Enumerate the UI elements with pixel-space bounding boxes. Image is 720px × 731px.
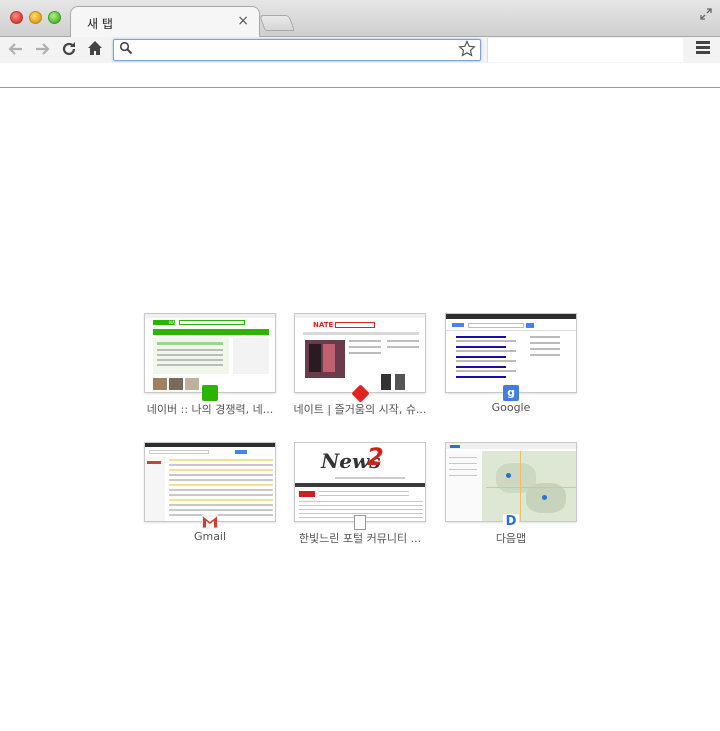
window-minimize-button[interactable] xyxy=(29,11,42,24)
star-icon[interactable] xyxy=(458,40,476,62)
tile-thumbnail: NATE xyxy=(294,313,426,393)
tile-thumbnail xyxy=(445,442,577,522)
news-logo-digit: 2 xyxy=(367,443,384,471)
google-favicon-icon: g xyxy=(503,385,519,401)
tab-close-icon[interactable]: × xyxy=(237,13,249,29)
back-arrow-icon[interactable] xyxy=(7,40,25,63)
tab-strip: 새 탭 × xyxy=(0,0,720,38)
tile-title: 다음맵 xyxy=(495,532,527,545)
gmail-favicon-icon xyxy=(202,514,218,530)
home-icon[interactable] xyxy=(86,38,104,63)
browser-window: 새 탭 × NAVER 네이버:: 나의 경쟁력, 네... NATE 네이트… xyxy=(0,0,720,731)
naver-favicon-icon xyxy=(202,385,218,401)
new-tab-button[interactable] xyxy=(259,15,295,31)
tile-thumbnail: News 2 xyxy=(294,442,426,522)
omnibox-input[interactable] xyxy=(138,41,453,59)
tile-title: Gmail xyxy=(193,530,227,543)
tile-title: 한빛느린 포털 커뮤니티 ... xyxy=(298,532,422,545)
toolbar-overlay xyxy=(487,38,683,62)
tile-thumbnail: NAVER xyxy=(144,313,276,393)
window-close-button[interactable] xyxy=(10,11,23,24)
omnibox[interactable] xyxy=(113,39,481,61)
nate-logo-text: NATE xyxy=(313,321,334,329)
default-page-icon xyxy=(354,515,366,530)
forward-arrow-icon[interactable] xyxy=(33,40,51,63)
tab-title: 새 탭 xyxy=(87,17,113,31)
tab-new-tab[interactable]: 새 탭 × xyxy=(70,6,260,38)
tile-thumbnail xyxy=(445,313,577,393)
tile-title: 네이트 | 즐거움의 시작, 슈... xyxy=(293,403,427,416)
bookmarks-bar xyxy=(0,63,720,88)
tile-title: Google xyxy=(491,401,531,414)
daum-favicon-icon: D xyxy=(503,514,519,530)
tile-thumbnail xyxy=(144,442,276,522)
tile-title: 네이버 :: 나의 경쟁력, 네... xyxy=(146,403,274,416)
window-zoom-button[interactable] xyxy=(48,11,61,24)
reload-icon[interactable] xyxy=(60,40,78,63)
hamburger-menu-icon[interactable] xyxy=(696,41,710,55)
fullscreen-icon[interactable] xyxy=(700,8,712,24)
search-icon xyxy=(119,41,133,59)
